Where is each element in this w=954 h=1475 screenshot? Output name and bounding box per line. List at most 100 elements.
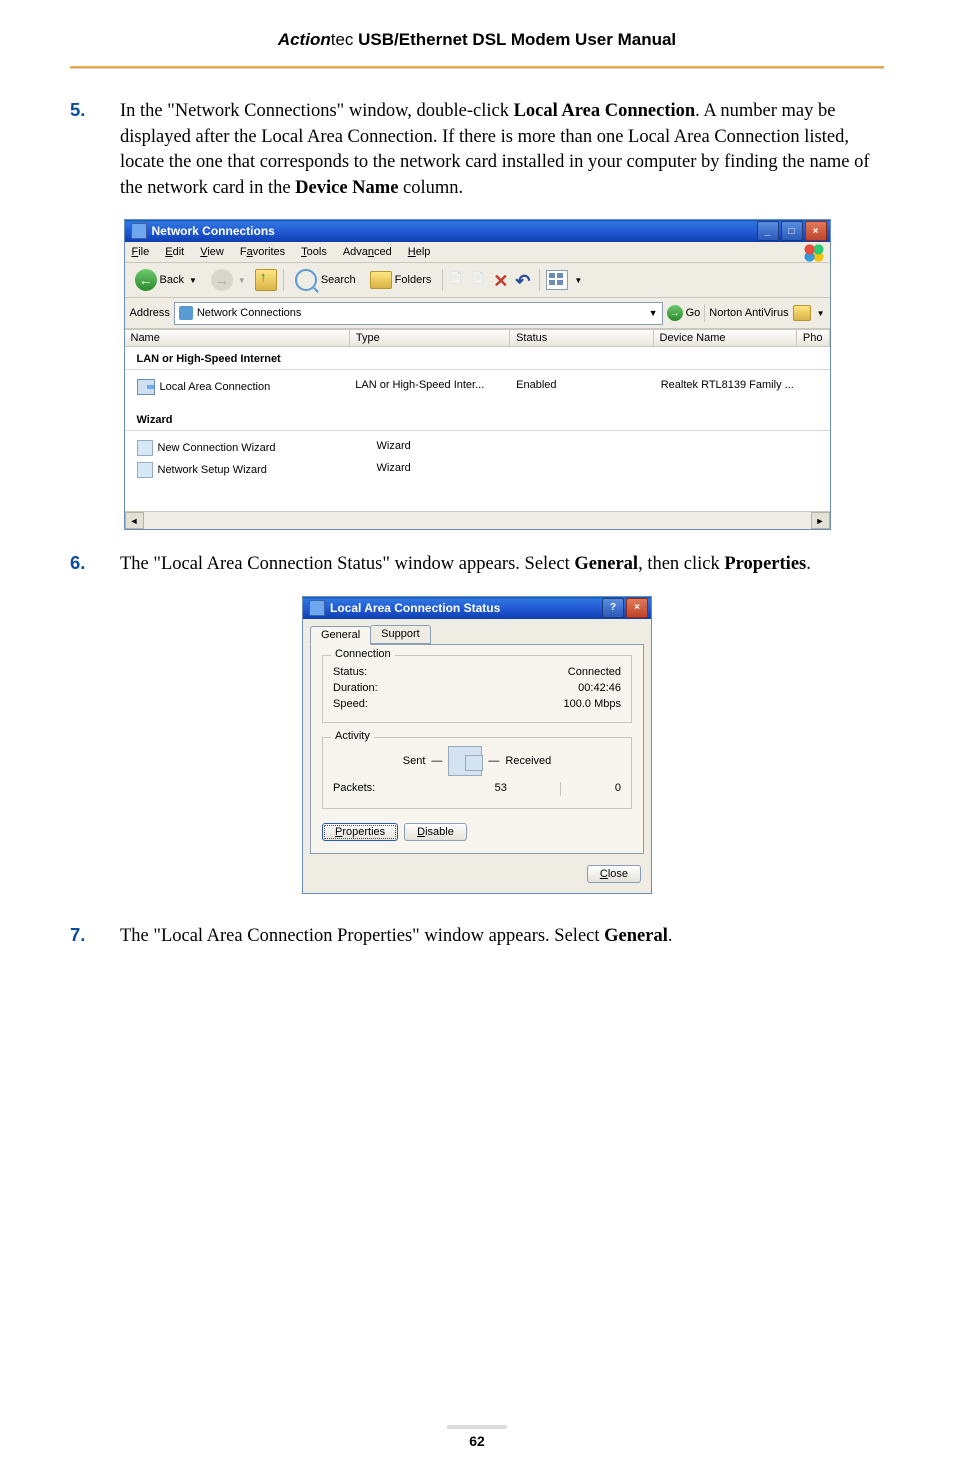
close-dialog-button[interactable]: Close: [587, 865, 641, 883]
forward-button[interactable]: → ▼: [206, 267, 251, 293]
norton-icon[interactable]: [793, 305, 811, 321]
menu-edit[interactable]: Edit: [162, 245, 187, 259]
manual-page: Actiontec USB/Ethernet DSL Modem User Ma…: [0, 0, 954, 1475]
item-name: Network Setup Wizard: [158, 464, 267, 476]
properties-button[interactable]: Properties: [322, 823, 398, 841]
item-type: Wizard: [365, 462, 541, 478]
close-button[interactable]: ×: [626, 598, 648, 618]
chevron-down-icon: ▼: [817, 309, 825, 318]
folders-button[interactable]: Folders: [365, 269, 437, 291]
window-icon: [131, 223, 147, 239]
minimize-button[interactable]: _: [757, 221, 779, 241]
text: .: [668, 926, 673, 946]
move-to-icon: 📄: [449, 271, 467, 289]
wizard-icon: [137, 440, 153, 456]
views-icon[interactable]: [546, 270, 568, 290]
menu-bar: File Edit View Favorites Tools Advanced …: [125, 242, 830, 263]
text: , then click: [638, 554, 724, 574]
windows-logo-icon: [803, 244, 825, 262]
step-body: In the "Network Connections" window, dou…: [120, 99, 884, 201]
go-icon: →: [667, 305, 683, 321]
menu-advanced[interactable]: Advanced: [340, 245, 395, 259]
copy-to-icon: 📄: [471, 271, 489, 289]
group-lan: LAN or High-Speed Internet: [125, 347, 830, 370]
header-rule-gray: [70, 68, 884, 69]
step-number: 6.: [70, 552, 120, 578]
bold-text: Properties: [724, 554, 806, 574]
group-legend: Activity: [331, 730, 374, 742]
item-status: Enabled: [504, 379, 649, 395]
text: The "Local Area Connection Status" windo…: [120, 554, 574, 574]
tab-strip: General Support: [303, 619, 651, 644]
wizard-icon: [137, 462, 153, 478]
help-button[interactable]: ?: [602, 598, 624, 618]
disable-button[interactable]: Disable: [404, 823, 467, 841]
col-device[interactable]: Device Name: [654, 329, 797, 347]
menu-view[interactable]: View: [197, 245, 227, 259]
address-value: Network Connections: [197, 307, 302, 319]
maximize-button[interactable]: □: [781, 221, 803, 241]
separator: [283, 269, 284, 291]
chevron-down-icon[interactable]: ▼: [649, 308, 658, 318]
list-item-new-connection-wizard[interactable]: New Connection Wizard Wizard: [125, 437, 830, 459]
tab-general[interactable]: General: [310, 626, 371, 645]
undo-icon[interactable]: ↶: [515, 271, 533, 289]
group-activity: Activity Sent — — Received Packets: 53 0: [322, 737, 632, 809]
bold-text: Device Name: [295, 178, 398, 198]
text: In the "Network Connections" window, dou…: [120, 101, 514, 121]
menu-help[interactable]: Help: [405, 245, 434, 259]
bold-text: Local Area Connection: [514, 101, 696, 121]
scroll-right-icon[interactable]: ►: [811, 512, 830, 529]
menu-file[interactable]: File: [129, 245, 153, 259]
packets-label: Packets:: [333, 782, 375, 796]
folder-icon: [370, 271, 392, 289]
label: Search: [321, 274, 356, 286]
sent-label: Sent: [403, 755, 426, 767]
horizontal-scrollbar[interactable]: ◄ ►: [125, 511, 830, 529]
tab-panel-general: Connection Status:Connected Duration:00:…: [310, 644, 644, 854]
back-button[interactable]: ← Back ▼: [130, 267, 202, 293]
page-footer: 62: [0, 1425, 954, 1449]
window-titlebar[interactable]: Network Connections _ □ ×: [125, 220, 830, 242]
scroll-left-icon[interactable]: ◄: [125, 512, 144, 529]
network-icon: [179, 306, 193, 320]
col-type[interactable]: Type: [350, 329, 510, 347]
window-titlebar[interactable]: Local Area Connection Status ? ×: [303, 597, 651, 619]
label: Go: [686, 307, 701, 319]
menu-favorites[interactable]: Favorites: [237, 245, 288, 259]
tab-support[interactable]: Support: [370, 625, 431, 644]
window-title: Local Area Connection Status: [330, 601, 500, 615]
list-item-network-setup-wizard[interactable]: Network Setup Wizard Wizard: [125, 459, 830, 481]
col-pho[interactable]: Pho: [797, 329, 830, 347]
close-button[interactable]: ×: [805, 221, 827, 241]
up-folder-icon[interactable]: [255, 269, 277, 291]
search-button[interactable]: Search: [290, 267, 361, 293]
label: Back: [160, 274, 184, 286]
address-field[interactable]: Network Connections ▼: [174, 302, 663, 325]
chevron-down-icon: ▼: [189, 276, 197, 285]
step-6: 6. The "Local Area Connection Status" wi…: [70, 552, 884, 578]
step-7: 7. The "Local Area Connection Properties…: [70, 924, 884, 950]
header-title: USB/Ethernet DSL Modem User Manual: [353, 30, 676, 49]
delete-icon[interactable]: ✕: [493, 271, 511, 289]
forward-icon: →: [211, 269, 233, 291]
speed-label: Speed:: [333, 698, 368, 710]
step-body: The "Local Area Connection Status" windo…: [120, 552, 884, 578]
list-item-local-area-connection[interactable]: Local Area Connection LAN or High-Speed …: [125, 376, 830, 398]
group-legend: Connection: [331, 648, 395, 660]
col-name[interactable]: Name: [125, 329, 350, 347]
status-value: Connected: [568, 666, 621, 678]
go-button[interactable]: → Go: [667, 305, 701, 321]
bold-text: General: [604, 926, 668, 946]
activity-icon: [448, 746, 482, 776]
menu-tools[interactable]: Tools: [298, 245, 330, 259]
page-header: Actiontec USB/Ethernet DSL Modem User Ma…: [70, 30, 884, 64]
col-status[interactable]: Status: [510, 329, 653, 347]
dash: —: [488, 755, 499, 767]
group-connection: Connection Status:Connected Duration:00:…: [322, 655, 632, 723]
received-label: Received: [505, 755, 551, 767]
duration-value: 00:42:46: [578, 682, 621, 694]
step-number: 7.: [70, 924, 120, 950]
step-number: 5.: [70, 99, 120, 201]
group-wizard: Wizard: [125, 408, 830, 431]
